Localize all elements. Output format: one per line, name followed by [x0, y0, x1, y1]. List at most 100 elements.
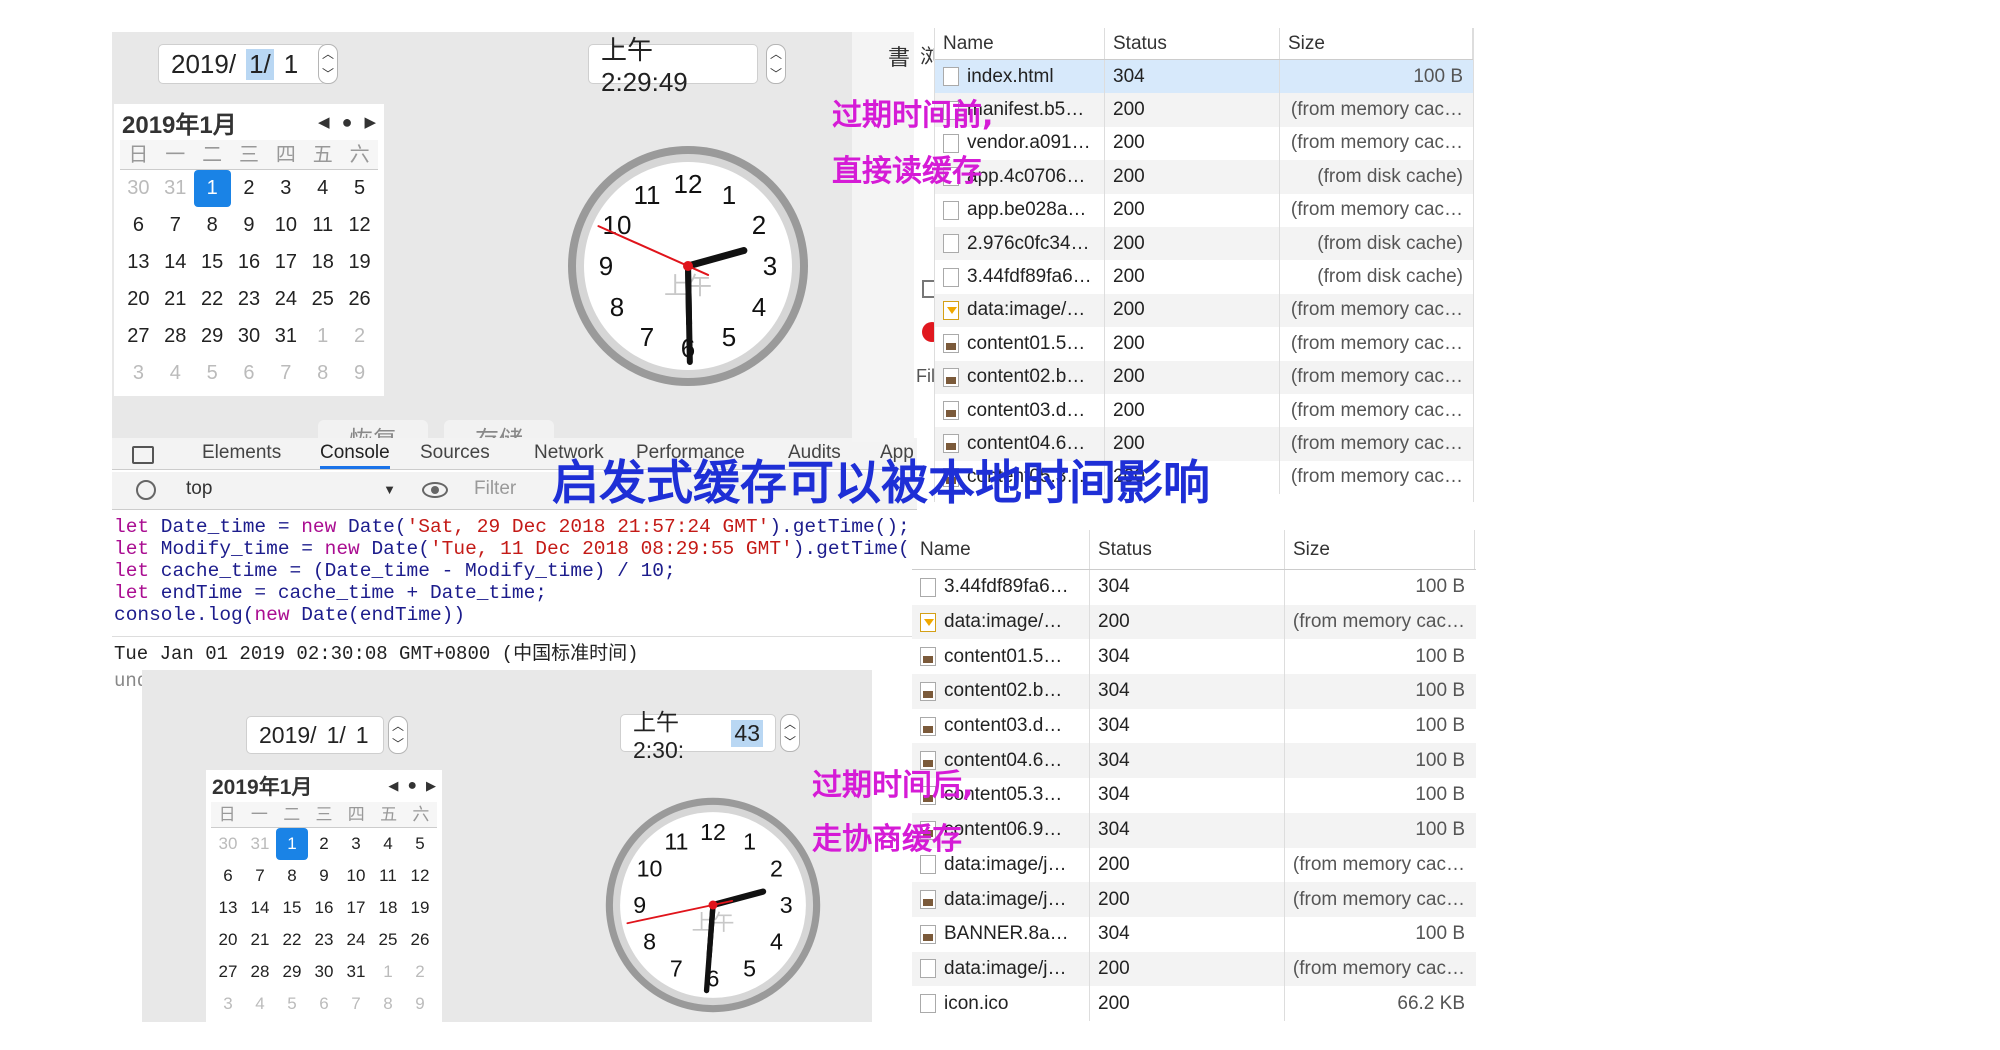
calendar-day[interactable]: 13	[212, 892, 244, 924]
console-filter-input[interactable]: Filter	[474, 478, 554, 504]
chevron-down-icon[interactable]: ﹀	[322, 68, 334, 80]
chevron-down-icon[interactable]: ﹀	[784, 736, 796, 748]
network-row[interactable]: 2.976c0fc34… 200 (from disk cache)	[935, 226, 1473, 261]
tab-elements[interactable]: Elements	[202, 442, 281, 464]
calendar-day[interactable]: 1	[276, 828, 308, 860]
calendar-day[interactable]: 28	[157, 318, 194, 355]
calendar-day[interactable]: 10	[267, 207, 304, 244]
calendar-day[interactable]: 17	[340, 892, 372, 924]
calendar-day[interactable]: 27	[120, 318, 157, 355]
calendar-day[interactable]: 5	[194, 355, 231, 392]
calendar-day[interactable]: 20	[212, 924, 244, 956]
today-dot-icon[interactable]: ●	[342, 112, 353, 133]
calendar-day[interactable]: 10	[340, 860, 372, 892]
calendar-day[interactable]: 16	[308, 892, 340, 924]
calendar-day[interactable]: 3	[340, 828, 372, 860]
calendar-day[interactable]: 31	[244, 828, 276, 860]
calendar-day[interactable]: 7	[340, 988, 372, 1020]
network-row[interactable]: content03.d… 304 100 B	[912, 708, 1476, 744]
top-date-stepper[interactable]: ︿ ﹀	[318, 44, 338, 84]
calendar-day[interactable]: 18	[304, 244, 341, 281]
calendar-day[interactable]: 8	[276, 860, 308, 892]
network-row[interactable]: data:image/j… 200 (from memory cac…	[912, 847, 1476, 883]
network-row[interactable]: content03.d… 200 (from memory cac…	[935, 393, 1473, 428]
calendar-day[interactable]: 4	[157, 355, 194, 392]
calendar-day[interactable]: 12	[341, 207, 378, 244]
calendar-day[interactable]: 25	[372, 924, 404, 956]
calendar-day[interactable]: 26	[404, 924, 436, 956]
top-time-stepper[interactable]: ︿ ﹀	[766, 44, 786, 84]
calendar-day[interactable]: 21	[244, 924, 276, 956]
network-row[interactable]: app.4c0706… 200 (from disk cache)	[935, 160, 1473, 194]
column-header-size[interactable]: Size	[1280, 28, 1473, 59]
prev-month-icon[interactable]: ◀	[318, 113, 330, 131]
calendar-day[interactable]: 25	[304, 281, 341, 318]
calendar-day[interactable]: 28	[244, 956, 276, 988]
calendar-day[interactable]: 16	[231, 244, 268, 281]
calendar-day[interactable]: 4	[244, 988, 276, 1020]
calendar-day[interactable]: 7	[267, 355, 304, 392]
calendar-day[interactable]: 12	[404, 860, 436, 892]
calendar-day[interactable]: 17	[267, 244, 304, 281]
calendar-day[interactable]: 8	[194, 207, 231, 244]
network-row[interactable]: app.be028a… 200 (from memory cac…	[935, 193, 1473, 227]
bottom-date-stepper[interactable]: ︿ ﹀	[388, 716, 408, 754]
chevron-up-icon[interactable]: ︿	[770, 48, 782, 60]
calendar-day[interactable]: 11	[372, 860, 404, 892]
network-row[interactable]: data:image/… 200 (from memory cac…	[935, 293, 1473, 328]
calendar-day[interactable]: 3	[267, 170, 304, 207]
calendar-day[interactable]: 4	[304, 170, 341, 207]
calendar-day[interactable]: 21	[157, 281, 194, 318]
network-row[interactable]: content05.3… 304 100 B	[912, 778, 1476, 813]
today-dot-icon[interactable]: ●	[407, 777, 417, 795]
calendar-day[interactable]: 22	[194, 281, 231, 318]
calendar-day[interactable]: 24	[340, 924, 372, 956]
calendar-day[interactable]: 30	[212, 828, 244, 860]
chevron-up-icon[interactable]: ︿	[322, 48, 334, 60]
network-row[interactable]: content06.9… 304 100 B	[912, 812, 1476, 848]
network-row[interactable]: index.html 304 100 B	[935, 60, 1473, 94]
calendar-day[interactable]: 31	[340, 956, 372, 988]
bottom-time-field[interactable]: 上午 2:30: 43	[620, 709, 776, 763]
network-row[interactable]: content01.5… 304 100 B	[912, 639, 1476, 675]
calendar-day[interactable]: 18	[372, 892, 404, 924]
calendar-day[interactable]: 30	[308, 956, 340, 988]
calendar-day[interactable]: 29	[276, 956, 308, 988]
chevron-up-icon[interactable]: ︿	[784, 718, 796, 730]
column-header-size[interactable]: Size	[1285, 530, 1475, 569]
calendar-day[interactable]: 27	[212, 956, 244, 988]
calendar-day[interactable]: 11	[304, 207, 341, 244]
calendar-day[interactable]: 7	[244, 860, 276, 892]
network-row[interactable]: data:image/… 200 (from memory cac…	[912, 604, 1476, 640]
calendar-day[interactable]: 9	[404, 988, 436, 1020]
calendar-day[interactable]: 23	[231, 281, 268, 318]
network-row[interactable]: BANNER.8a… 304 100 B	[912, 916, 1476, 952]
network-row[interactable]: content02.b… 304 100 B	[912, 674, 1476, 709]
eye-icon[interactable]	[422, 482, 448, 498]
calendar-day[interactable]: 6	[120, 207, 157, 244]
calendar-day[interactable]: 2	[308, 828, 340, 860]
network-row[interactable]: content02.b… 200 (from memory cac…	[935, 360, 1473, 394]
chevron-down-icon[interactable]: ﹀	[770, 68, 782, 80]
bottom-time-stepper[interactable]: ︿ ﹀	[780, 714, 800, 752]
clear-console-icon[interactable]	[136, 480, 156, 500]
device-toggle-icon[interactable]	[132, 446, 154, 464]
calendar-day[interactable]: 24	[267, 281, 304, 318]
top-time-field[interactable]: 上午 2:29:49	[588, 35, 758, 97]
calendar-day[interactable]: 14	[244, 892, 276, 924]
next-month-icon[interactable]: ▶	[426, 778, 436, 794]
calendar-day[interactable]: 2	[404, 956, 436, 988]
chevron-up-icon[interactable]: ︿	[392, 720, 404, 732]
calendar-day[interactable]: 30	[120, 170, 157, 207]
top-date-field[interactable]: 2019/ 1/ 1	[158, 44, 326, 84]
calendar-day[interactable]: 6	[212, 860, 244, 892]
calendar-day[interactable]: 9	[308, 860, 340, 892]
calendar-day[interactable]: 31	[267, 318, 304, 355]
network-row[interactable]: content01.5… 200 (from memory cac…	[935, 327, 1473, 361]
tab-console[interactable]: Console	[320, 442, 390, 469]
calendar-day[interactable]: 4	[372, 828, 404, 860]
calendar-day[interactable]: 1	[193, 170, 231, 207]
calendar-day[interactable]: 31	[157, 170, 194, 207]
calendar-day[interactable]: 9	[341, 355, 378, 392]
calendar-day[interactable]: 3	[212, 988, 244, 1020]
